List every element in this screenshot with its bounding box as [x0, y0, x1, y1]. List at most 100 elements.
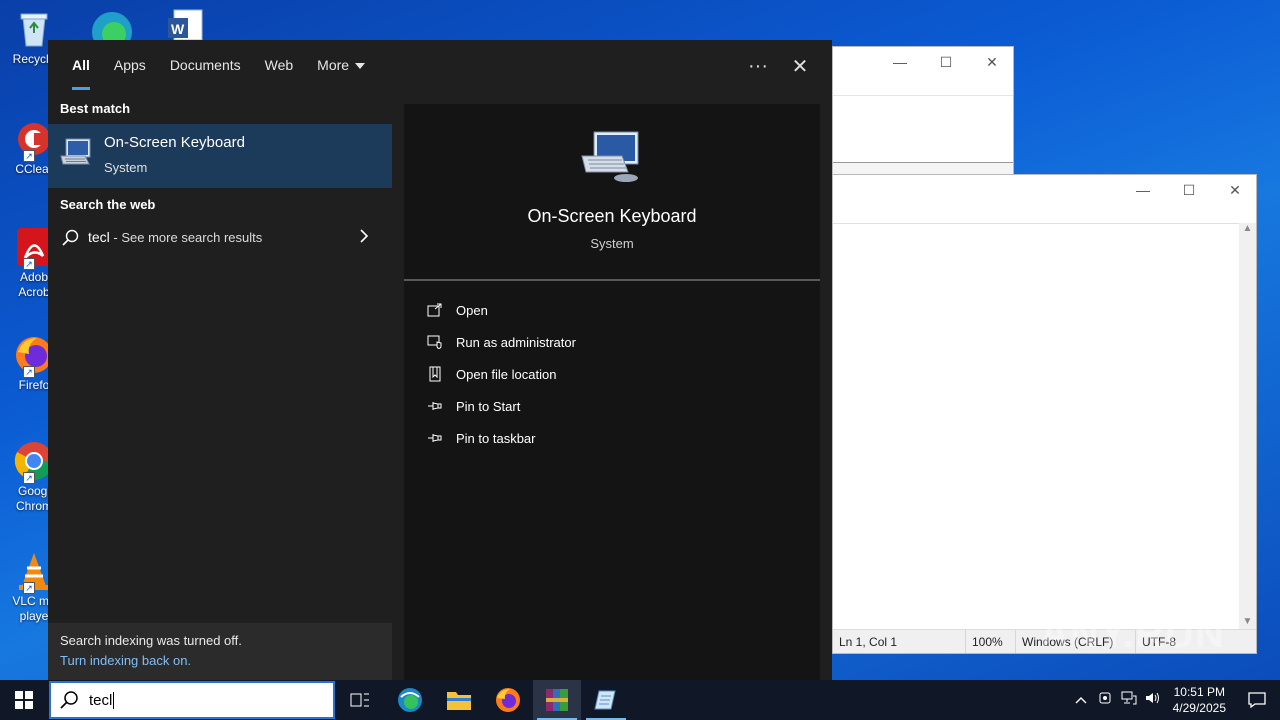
- volume-button[interactable]: [1141, 691, 1165, 710]
- edge-icon: [92, 12, 132, 52]
- scroll-down-icon[interactable]: ▼: [1239, 616, 1256, 627]
- taskbar-search-box[interactable]: tecl: [49, 681, 335, 719]
- action-pin-to-start[interactable]: Pin to Start: [426, 392, 520, 420]
- edge-icon: [398, 688, 422, 712]
- notifications-button[interactable]: [1234, 692, 1280, 708]
- network-icon: [1121, 691, 1137, 704]
- text-cursor: [113, 691, 115, 709]
- search-icon: [61, 229, 79, 252]
- shortcut-arrow-icon: ↗: [23, 366, 35, 378]
- web-query-suffix: - See more search results: [109, 230, 263, 245]
- keyboard-app-large-icon: [580, 130, 642, 189]
- vertical-scrollbar[interactable]: ▲ ▼: [1239, 223, 1256, 629]
- clock-time: 10:51 PM: [1173, 685, 1225, 699]
- show-hidden-icons[interactable]: [1069, 691, 1093, 709]
- shortcut-arrow-icon: ↗: [23, 150, 35, 162]
- task-view-icon: [350, 693, 369, 707]
- search-web-heading: Search the web: [60, 197, 156, 212]
- minimize-icon[interactable]: —: [877, 47, 923, 77]
- network-button[interactable]: [1117, 691, 1141, 710]
- windows-logo-icon: [15, 691, 33, 709]
- folder-icon: [447, 692, 471, 710]
- action-pin-to-taskbar-label: Pin to taskbar: [456, 430, 536, 446]
- taskbar-edge[interactable]: [386, 680, 434, 720]
- maximize-icon[interactable]: ☐: [923, 47, 969, 77]
- search-panel: All Apps Documents Web More ··· ✕ Best m…: [48, 40, 832, 680]
- firefox-icon: [496, 688, 520, 712]
- background-window[interactable]: — ☐ ✕: [832, 46, 1014, 176]
- action-pin-to-taskbar[interactable]: Pin to taskbar: [426, 424, 536, 452]
- shortcut-arrow-icon: ↗: [23, 472, 35, 484]
- pin-icon: [426, 432, 444, 444]
- chevron-right-icon[interactable]: [358, 226, 370, 251]
- turn-indexing-on-link[interactable]: Turn indexing back on.: [60, 653, 380, 668]
- indexing-message: Search indexing was turned off.: [60, 633, 242, 648]
- more-options-button[interactable]: ···: [738, 46, 778, 86]
- web-search-result[interactable]: tecl - See more search results: [48, 220, 392, 256]
- search-tabs: All Apps Documents Web More: [48, 40, 832, 92]
- taskbar-notepad[interactable]: [582, 680, 630, 720]
- tab-apps[interactable]: Apps: [102, 40, 158, 92]
- search-input-value: tecl: [89, 691, 113, 709]
- winrar-icon: [546, 689, 568, 711]
- tab-web[interactable]: Web: [253, 40, 306, 92]
- action-open-label: Open: [456, 302, 488, 318]
- action-open-file-location-label: Open file location: [456, 366, 557, 382]
- zoom-level: 100%: [965, 630, 1015, 653]
- chevron-down-icon: [355, 63, 366, 70]
- shortcut-arrow-icon: ↗: [23, 258, 35, 270]
- search-icon: [60, 691, 78, 709]
- notification-icon: [1248, 692, 1266, 708]
- preview-pane: On-Screen Keyboard System Open Run as ad…: [404, 104, 820, 680]
- pin-icon: [426, 400, 444, 412]
- preview-app-type: System: [590, 236, 634, 251]
- word-icon: W: [168, 9, 203, 41]
- tab-all[interactable]: All: [60, 40, 102, 92]
- taskbar-firefox[interactable]: [484, 680, 532, 720]
- chevron-up-icon: [1075, 697, 1087, 704]
- action-run-as-admin[interactable]: Run as administrator: [426, 328, 576, 356]
- action-open[interactable]: Open: [426, 296, 488, 324]
- shield-icon: [426, 335, 444, 349]
- minimize-icon[interactable]: —: [1120, 175, 1166, 205]
- action-open-file-location[interactable]: Open file location: [426, 360, 556, 388]
- cursor-position: Ln 1, Col 1: [839, 634, 898, 649]
- close-icon[interactable]: ✕: [969, 47, 1015, 77]
- close-button[interactable]: ✕: [780, 46, 820, 86]
- scroll-up-icon[interactable]: ▲: [1239, 223, 1256, 234]
- start-button[interactable]: [0, 680, 48, 720]
- svg-text:W: W: [171, 21, 185, 37]
- preview-app-name: On-Screen Keyboard: [527, 206, 697, 226]
- best-match-item[interactable]: On-Screen Keyboard System: [48, 124, 392, 188]
- clock-date: 4/29/2025: [1172, 701, 1226, 715]
- keyboard-app-icon: [60, 138, 92, 173]
- close-icon[interactable]: ✕: [1212, 175, 1258, 205]
- notepad-icon: [594, 690, 616, 710]
- desktop-icon-word[interactable]: W: [166, 8, 206, 41]
- tab-more[interactable]: More: [305, 40, 377, 92]
- shortcut-arrow-icon: ↗: [23, 582, 35, 594]
- divider: [404, 279, 820, 281]
- file-location-icon: [426, 366, 444, 382]
- best-match-type: System: [104, 160, 148, 175]
- clock[interactable]: 10:51 PM 4/29/2025: [1165, 684, 1234, 716]
- taskbar-winrar[interactable]: [533, 680, 581, 720]
- notepad-window[interactable]: — ☐ ✕ ▲ ▼ Ln 1, Col 1 100% Windows (CRLF…: [832, 174, 1257, 654]
- tab-documents[interactable]: Documents: [158, 40, 253, 92]
- system-tray: 10:51 PM 4/29/2025: [1069, 680, 1280, 720]
- desktop-icon-edge[interactable]: [88, 6, 136, 52]
- action-run-as-admin-label: Run as administrator: [456, 334, 576, 350]
- best-match-heading: Best match: [60, 101, 131, 116]
- open-icon: [426, 303, 444, 317]
- tray-app-icon[interactable]: [1093, 691, 1117, 710]
- action-pin-to-start-label: Pin to Start: [456, 398, 521, 414]
- watermark: ANY.RUN: [1040, 612, 1225, 656]
- taskbar-file-explorer[interactable]: [435, 680, 483, 720]
- shield-tray-icon: [1099, 692, 1111, 703]
- volume-icon: [1145, 692, 1159, 703]
- maximize-icon[interactable]: ☐: [1166, 175, 1212, 205]
- task-view-button[interactable]: [336, 680, 384, 720]
- tab-more-label: More: [317, 57, 350, 73]
- best-match-name: On-Screen Keyboard: [104, 134, 245, 151]
- notepad-text-area[interactable]: [833, 223, 1239, 629]
